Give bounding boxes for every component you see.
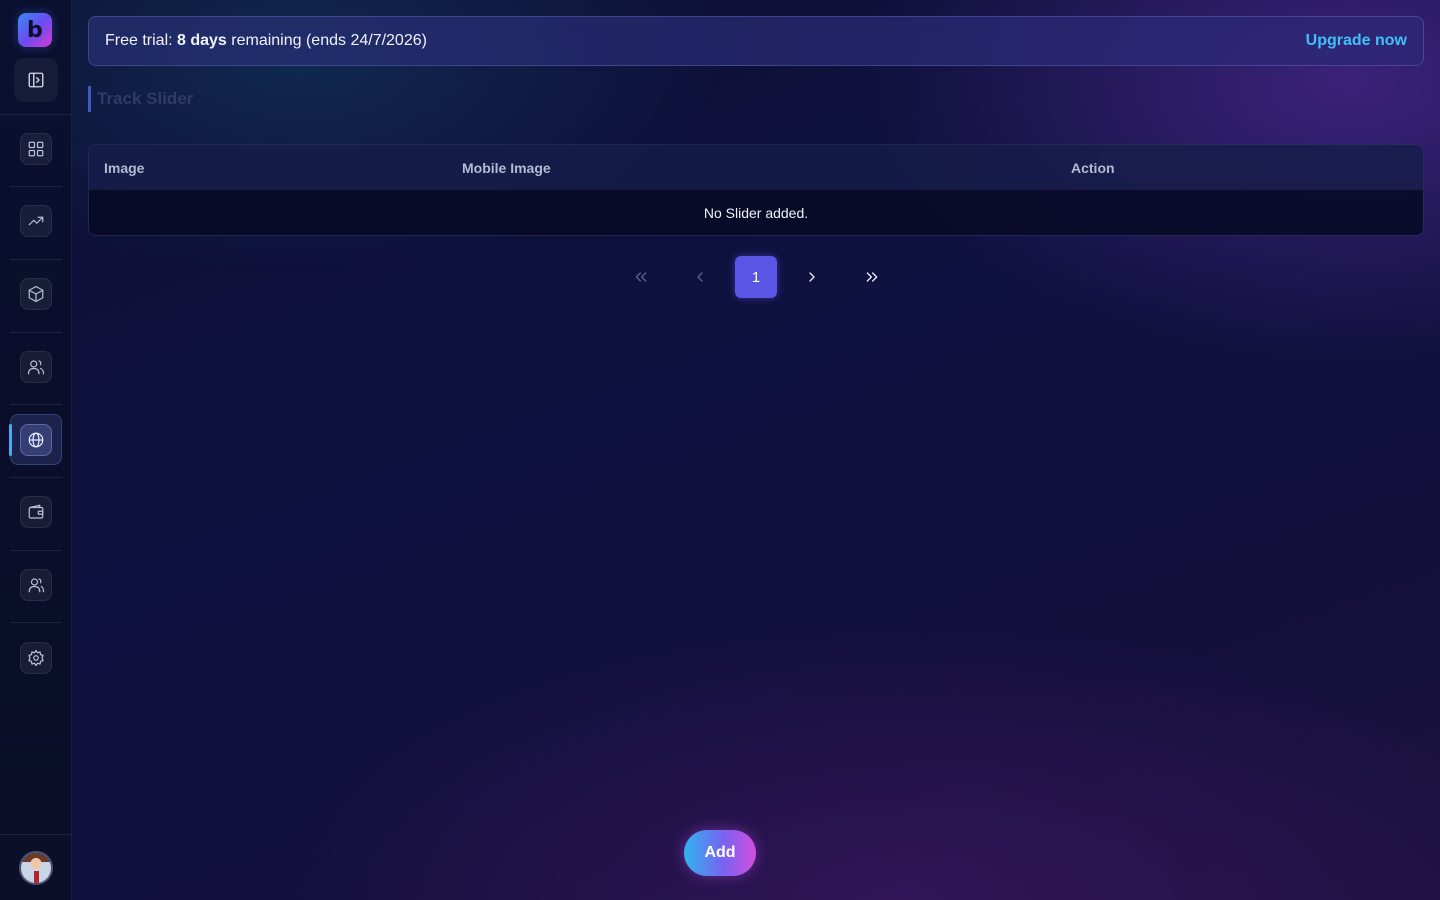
- column-header-action: Action: [1071, 160, 1115, 176]
- user-avatar[interactable]: [19, 851, 53, 885]
- divider: [10, 259, 62, 260]
- sidebar-item-settings[interactable]: [20, 642, 52, 674]
- column-header-mobile-image: Mobile Image: [462, 160, 551, 176]
- sidebar: b: [0, 0, 72, 900]
- last-page-button[interactable]: [851, 256, 893, 298]
- divider: [10, 332, 62, 333]
- dashboard-icon: [28, 141, 44, 157]
- globe-icon: [28, 432, 44, 448]
- trial-banner: Free trial: 8 days remaining (ends 24/7/…: [88, 16, 1424, 66]
- page-button-current[interactable]: 1: [735, 256, 777, 298]
- divider: [0, 834, 71, 835]
- team-icon: [28, 578, 45, 593]
- sidebar-item-products[interactable]: [20, 278, 52, 310]
- divider: [10, 186, 62, 187]
- slider-table: Image Mobile Image Action No Slider adde…: [88, 144, 1424, 236]
- page-title: Track Slider: [88, 86, 193, 112]
- chevron-right-icon: [809, 272, 815, 282]
- divider: [10, 550, 62, 551]
- column-header-image: Image: [104, 160, 145, 176]
- trending-up-icon: [28, 216, 44, 226]
- divider: [0, 114, 71, 115]
- sidebar-item-customers[interactable]: [20, 351, 52, 383]
- package-icon: [28, 285, 44, 303]
- chevron-left-icon: [697, 272, 703, 282]
- sidebar-item-team[interactable]: [20, 569, 52, 601]
- trial-message: Free trial: 8 days remaining (ends 24/7/…: [105, 32, 427, 50]
- sidebar-item-dashboard[interactable]: [20, 133, 52, 165]
- chevrons-left-icon: [635, 272, 647, 282]
- sidebar-item-analytics[interactable]: [20, 205, 52, 237]
- chevrons-right-icon: [866, 272, 878, 282]
- sidebar-item-website[interactable]: [20, 424, 52, 456]
- sidebar-item-wallet[interactable]: [20, 496, 52, 528]
- wallet-icon: [28, 504, 44, 519]
- sidebar-collapse-button[interactable]: [14, 58, 58, 102]
- empty-state-message: No Slider added.: [703, 205, 809, 221]
- divider: [10, 477, 62, 478]
- trial-prefix: Free trial:: [105, 32, 178, 49]
- app-logo[interactable]: b: [18, 13, 52, 47]
- first-page-button[interactable]: [620, 256, 662, 298]
- settings-icon: [28, 649, 44, 667]
- divider: [10, 404, 62, 405]
- active-indicator: [9, 424, 12, 456]
- table-body: No Slider added.: [89, 190, 1423, 235]
- sidebar-toggle-icon: [28, 72, 44, 88]
- next-page-button[interactable]: [791, 256, 833, 298]
- add-slider-button[interactable]: Add: [684, 830, 756, 876]
- previous-page-button[interactable]: [679, 256, 721, 298]
- users-icon: [27, 360, 45, 375]
- trial-suffix: remaining (ends 24/7/2026): [226, 32, 427, 49]
- upgrade-now-link[interactable]: Upgrade now: [1306, 32, 1407, 50]
- table-header: Image Mobile Image Action: [89, 145, 1423, 190]
- trial-days-remaining: 8 days: [177, 32, 227, 49]
- divider: [10, 622, 62, 623]
